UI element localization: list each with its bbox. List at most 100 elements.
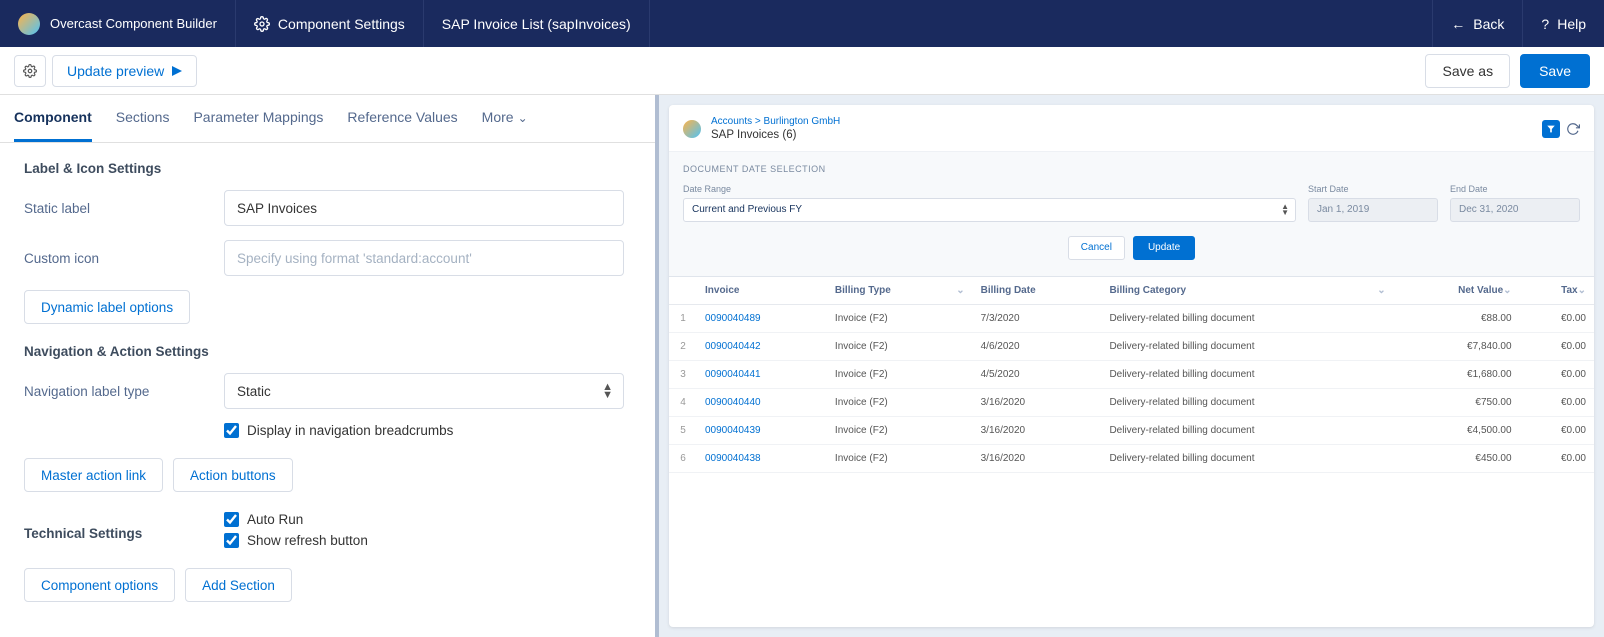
show-refresh-checkbox[interactable]: [224, 533, 239, 548]
navigation-action-settings: Navigation & Action Settings Navigation …: [0, 340, 655, 492]
cell-invoice-link[interactable]: 0090040440: [697, 388, 827, 416]
settings-gear-button[interactable]: [14, 55, 46, 87]
cell-invoice-link[interactable]: 0090040441: [697, 360, 827, 388]
update-preview-label: Update preview: [67, 63, 164, 79]
question-icon: ?: [1541, 16, 1549, 32]
label-icon-settings: Label & Icon Settings Static label Custo…: [0, 143, 655, 324]
auto-run-label: Auto Run: [247, 512, 303, 527]
static-label-label: Static label: [24, 201, 224, 216]
gear-icon: [23, 64, 37, 78]
col-invoice[interactable]: Invoice: [697, 277, 827, 305]
section-title: Label & Icon Settings: [24, 161, 631, 176]
show-refresh-label: Show refresh button: [247, 533, 368, 548]
save-button[interactable]: Save: [1520, 54, 1590, 88]
cell-invoice-link[interactable]: 0090040442: [697, 332, 827, 360]
table-row: 60090040438Invoice (F2)3/16/2020Delivery…: [669, 444, 1594, 472]
preview-card: Accounts > Burlington GmbH SAP Invoices …: [669, 105, 1594, 627]
cell-rownum: 6: [669, 444, 697, 472]
filter-icon: [1546, 124, 1556, 134]
cell-billing-category: Delivery-related billing document: [1101, 444, 1393, 472]
back-label: Back: [1473, 16, 1504, 32]
tab-more[interactable]: More: [482, 95, 528, 142]
toolbar: Update preview Save as Save: [0, 47, 1604, 95]
app-name: Overcast Component Builder: [50, 16, 217, 31]
breadcrumb-link-accounts[interactable]: Accounts: [711, 116, 752, 127]
cell-billing-type: Invoice (F2): [827, 360, 973, 388]
section-title: Technical Settings: [24, 526, 224, 541]
cell-invoice-link[interactable]: 0090040438: [697, 444, 827, 472]
cell-rownum: 3: [669, 360, 697, 388]
col-net-value[interactable]: Net Value: [1394, 277, 1520, 305]
nav-label-type-label: Navigation label type: [24, 384, 224, 399]
overcast-logo-icon: [683, 120, 701, 138]
cell-invoice-link[interactable]: 0090040439: [697, 416, 827, 444]
help-button[interactable]: ? Help: [1522, 0, 1604, 47]
auto-run-checkbox[interactable]: [224, 512, 239, 527]
overcast-logo-icon: [18, 13, 40, 35]
header-tab-sap-invoice-list[interactable]: SAP Invoice List (sapInvoices): [424, 0, 650, 47]
component-options-button[interactable]: Component options: [24, 568, 175, 602]
custom-icon-input[interactable]: [224, 240, 624, 276]
tab-sections[interactable]: Sections: [116, 95, 170, 142]
invoice-table: Invoice Billing Type Billing Date Billin…: [669, 277, 1594, 473]
display-breadcrumbs-label: Display in navigation breadcrumbs: [247, 423, 453, 438]
select-arrows-icon: ▲▼: [602, 383, 613, 399]
cell-net-value: €450.00: [1394, 444, 1520, 472]
master-action-link-button[interactable]: Master action link: [24, 458, 163, 492]
back-button[interactable]: ← Back: [1432, 0, 1522, 47]
start-date-input[interactable]: Jan 1, 2019: [1308, 198, 1438, 222]
col-billing-category[interactable]: Billing Category: [1101, 277, 1393, 305]
end-date-label: End Date: [1450, 184, 1580, 194]
cell-billing-date: 7/3/2020: [973, 304, 1102, 332]
col-tax[interactable]: Tax: [1520, 277, 1594, 305]
cell-billing-date: 3/16/2020: [973, 444, 1102, 472]
display-breadcrumbs-checkbox[interactable]: [224, 423, 239, 438]
breadcrumb-link-account[interactable]: Burlington GmbH: [764, 116, 841, 127]
section-title: Navigation & Action Settings: [24, 344, 631, 359]
add-section-button[interactable]: Add Section: [185, 568, 292, 602]
tab-reference-values[interactable]: Reference Values: [347, 95, 457, 142]
date-range-label: Date Range: [683, 184, 1296, 194]
filter-button[interactable]: [1542, 120, 1560, 138]
tab-component[interactable]: Component: [14, 95, 92, 142]
col-rownum: [669, 277, 697, 305]
action-buttons-button[interactable]: Action buttons: [173, 458, 293, 492]
cell-rownum: 4: [669, 388, 697, 416]
cell-billing-type: Invoice (F2): [827, 416, 973, 444]
refresh-button[interactable]: [1566, 122, 1580, 136]
header-tab-label: SAP Invoice List (sapInvoices): [442, 16, 631, 32]
header-tab-component-settings[interactable]: Component Settings: [236, 0, 424, 47]
cell-net-value: €7,840.00: [1394, 332, 1520, 360]
end-date-input[interactable]: Dec 31, 2020: [1450, 198, 1580, 222]
table-row: 30090040441Invoice (F2)4/5/2020Delivery-…: [669, 360, 1594, 388]
nav-label-type-select[interactable]: Static ▲▼: [224, 373, 624, 409]
start-date-value: Jan 1, 2019: [1317, 204, 1369, 215]
cell-billing-type: Invoice (F2): [827, 388, 973, 416]
preview-breadcrumb: Accounts > Burlington GmbH: [711, 115, 1532, 128]
cell-net-value: €4,500.00: [1394, 416, 1520, 444]
table-header-row: Invoice Billing Type Billing Date Billin…: [669, 277, 1594, 305]
col-billing-type[interactable]: Billing Type: [827, 277, 973, 305]
date-range-select[interactable]: Current and Previous FY ▲▼: [683, 198, 1296, 222]
preview-update-button[interactable]: Update: [1133, 236, 1195, 260]
cell-rownum: 1: [669, 304, 697, 332]
save-as-button[interactable]: Save as: [1425, 54, 1510, 88]
cell-billing-date: 3/16/2020: [973, 416, 1102, 444]
update-preview-button[interactable]: Update preview: [52, 55, 197, 87]
help-label: Help: [1557, 16, 1586, 32]
preview-cancel-button[interactable]: Cancel: [1068, 236, 1125, 260]
select-arrows-icon: ▲▼: [1281, 204, 1289, 216]
cell-net-value: €88.00: [1394, 304, 1520, 332]
cell-invoice-link[interactable]: 0090040489: [697, 304, 827, 332]
dynamic-label-options-button[interactable]: Dynamic label options: [24, 290, 190, 324]
table-row: 10090040489Invoice (F2)7/3/2020Delivery-…: [669, 304, 1594, 332]
cell-rownum: 5: [669, 416, 697, 444]
col-billing-date[interactable]: Billing Date: [973, 277, 1102, 305]
play-icon: [172, 66, 182, 76]
cell-billing-category: Delivery-related billing document: [1101, 360, 1393, 388]
tab-parameter-mappings[interactable]: Parameter Mappings: [193, 95, 323, 142]
cell-billing-date: 4/5/2020: [973, 360, 1102, 388]
nav-label-type-value: Static: [237, 384, 271, 399]
table-row: 40090040440Invoice (F2)3/16/2020Delivery…: [669, 388, 1594, 416]
static-label-input[interactable]: [224, 190, 624, 226]
